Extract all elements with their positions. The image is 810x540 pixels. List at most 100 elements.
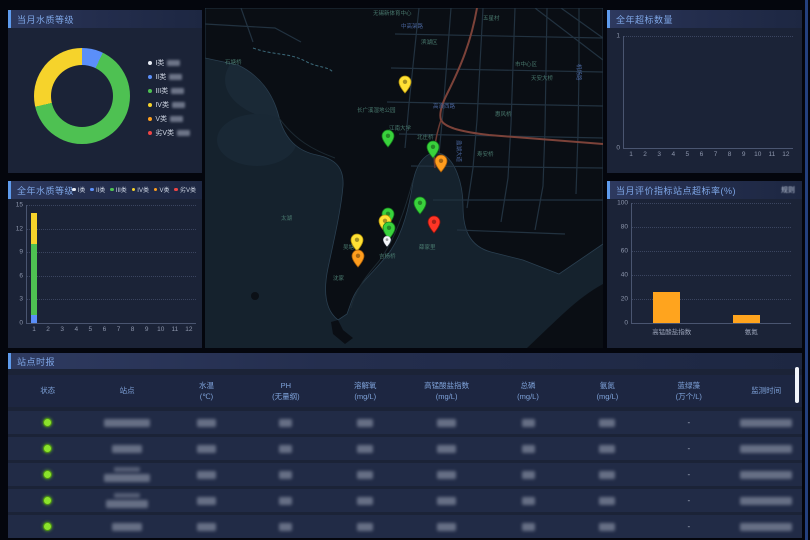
legend-dot-icon [72, 188, 76, 192]
legend-item[interactable]: III类 [148, 86, 190, 96]
y-axis-tick: 0 [19, 320, 23, 327]
panel-year-quality-title: 全年水质等级 [17, 184, 74, 197]
redacted-value [599, 445, 615, 453]
map-place-label: 江南大学 [389, 124, 412, 132]
value-cell [405, 419, 488, 427]
year-quality-chart[interactable]: 03691215123456789101112 [26, 205, 196, 324]
table-column-header: 蓝绿藻(万个/L) [647, 380, 730, 403]
table-column-header: 氨氮(mg/L) [568, 380, 647, 403]
gridline [624, 36, 793, 37]
legend-item[interactable]: 劣V类 [174, 185, 196, 194]
table-column-header: 高锰酸盐指数(mg/L) [405, 380, 488, 403]
redacted-value [357, 445, 373, 453]
legend-label: IV类 [137, 185, 149, 194]
legend-item[interactable]: V类 [154, 185, 170, 194]
map-place-label: 太湖 [281, 214, 293, 222]
legend-dot-icon [148, 75, 153, 80]
redacted-value [522, 497, 535, 505]
redacted-value [599, 471, 615, 479]
legend-item[interactable]: 劣V类 [148, 128, 190, 138]
legend-item[interactable]: III类 [110, 185, 127, 194]
table-row[interactable]: - [8, 515, 802, 538]
table-column-header: 总磷(mg/L) [488, 380, 567, 403]
page-scrollbar[interactable] [805, 0, 808, 540]
legend-item[interactable]: I类 [72, 185, 85, 194]
station-map[interactable]: 石塘桥无锡新体育中心中高架路滨湖区五星村市中心区高浪西路江南大学长广溪湿地公园北… [205, 8, 603, 348]
redacted-value [112, 523, 142, 531]
redacted-value [357, 523, 373, 531]
value-cell [167, 471, 246, 479]
redacted-value [357, 471, 373, 479]
y-axis-tick: 1 [616, 33, 620, 40]
gridline [632, 251, 791, 252]
panel-station-table: 站点时报 状态站点水温(℃)PH(无量纲)溶解氧(mg/L)高锰酸盐指数(mg/… [8, 353, 802, 534]
legend-label: II类 [155, 72, 166, 82]
legend-label: II类 [96, 185, 105, 194]
stacked-bar[interactable] [31, 213, 37, 323]
value-cell [167, 445, 246, 453]
map-place-label: 滨湖区 [421, 38, 438, 46]
legend-dot-icon [148, 131, 153, 136]
table-row[interactable]: - [8, 411, 802, 434]
map-place-label: 石塘桥 [225, 58, 242, 66]
table-row[interactable]: - [8, 463, 802, 486]
status-cell [8, 444, 87, 453]
y-axis-tick: 80 [621, 224, 628, 231]
redacted-value [599, 523, 615, 531]
y-axis-tick: 15 [16, 202, 23, 209]
legend-item[interactable]: II类 [148, 72, 190, 82]
map-place-label: 中高架路 [401, 22, 424, 30]
table-column-header: 水温(℃) [167, 380, 246, 403]
table-row[interactable]: - [8, 437, 802, 460]
algae-cell: - [647, 444, 730, 453]
month-rate-chart[interactable]: 020406080100高锰酸盐指数氨氮 [631, 203, 791, 324]
x-axis-ticks: 123456789101112 [27, 326, 196, 333]
algae-cell: - [647, 496, 730, 505]
legend-dot-icon [90, 188, 94, 192]
status-ok-icon [43, 444, 52, 453]
legend-item[interactable]: V类 [148, 114, 190, 124]
value-cell [488, 419, 567, 427]
value-cell [167, 523, 246, 531]
rules-link[interactable]: 规则 [781, 185, 795, 195]
legend-dot-icon [148, 103, 153, 108]
redacted-value [279, 471, 292, 479]
table-row[interactable]: - [8, 489, 802, 512]
legend-item[interactable]: IV类 [148, 100, 190, 110]
value-cell [405, 471, 488, 479]
panel-year-exceed: 全年超标数量 01123456789101112 [607, 10, 802, 173]
map-place-label: 惠风桥 [495, 110, 512, 118]
rate-bar[interactable] [653, 292, 680, 323]
month-quality-donut-chart[interactable] [34, 48, 130, 144]
value-cell [326, 523, 405, 531]
y-axis-tick: 9 [19, 249, 23, 256]
time-cell [730, 419, 801, 427]
redacted-value [279, 523, 292, 531]
gridline [27, 276, 196, 277]
rate-bar[interactable] [733, 315, 760, 323]
status-cell [8, 496, 87, 505]
table-scrollbar-thumb[interactable] [795, 367, 799, 403]
panel-year-exceed-header: 全年超标数量 [607, 10, 802, 28]
panel-month-quality-header: 当月水质等级 [8, 10, 202, 28]
x-axis-category-labels: 高锰酸盐指数氨氮 [632, 326, 791, 336]
panel-year-quality: 全年水质等级 I类 II类 III类 IV类 V类劣V类 036912151234567… [8, 181, 202, 348]
redacted-value [169, 74, 182, 81]
station-cell [87, 467, 166, 482]
legend-item[interactable]: IV类 [132, 185, 149, 194]
legend-item[interactable]: I类 [148, 58, 190, 68]
redacted-value [170, 116, 183, 123]
month-quality-legend: I类 II类 III类 IV类 V类劣V类 [148, 58, 190, 138]
panel-month-rate-title: 当月评价指标站点超标率(%) [616, 184, 736, 197]
legend-label: IV类 [155, 100, 169, 110]
legend-item[interactable]: II类 [90, 185, 105, 194]
gridline [27, 205, 196, 206]
value-cell [568, 471, 647, 479]
map-island [251, 292, 259, 300]
dashboard-screen: 当月水质等级 I类II类III类IV类V类劣V类 全年水质等级 I类II类III… [0, 0, 810, 540]
legend-label: I类 [155, 58, 164, 68]
value-cell [326, 419, 405, 427]
y-axis-tick: 0 [616, 145, 620, 152]
year-exceed-chart[interactable]: 01123456789101112 [623, 36, 793, 149]
time-cell [730, 523, 801, 531]
